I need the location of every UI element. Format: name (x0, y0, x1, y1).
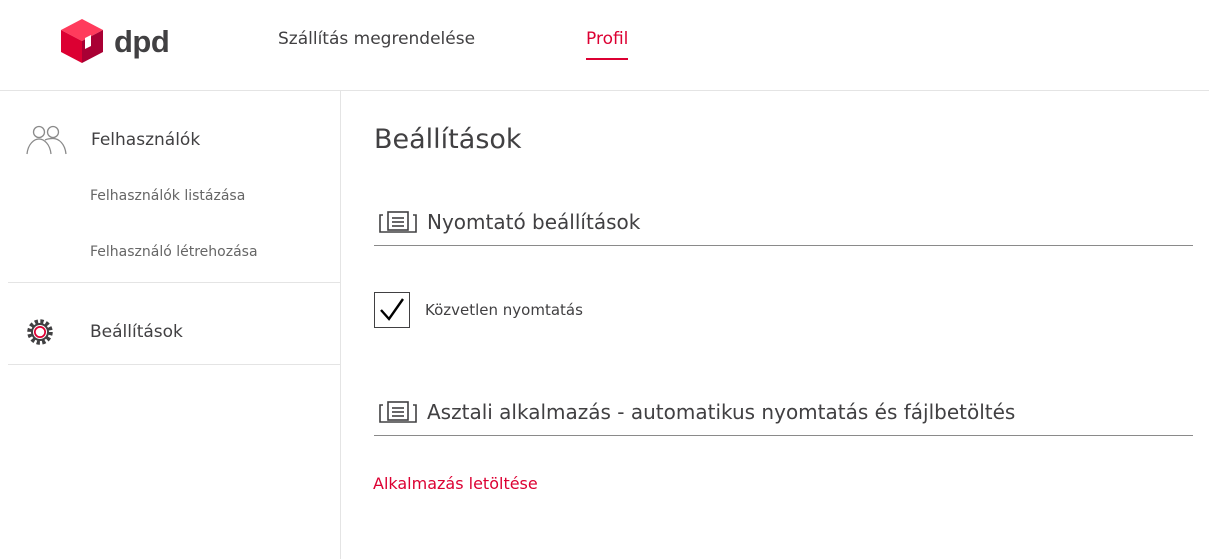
printer-icon (379, 211, 417, 233)
header-divider (0, 90, 1209, 91)
sidebar-settings-label: Beállítások (90, 322, 183, 342)
dpd-cube-icon (61, 19, 103, 63)
sidebar-item-settings[interactable]: Beállítások (26, 318, 183, 346)
sidebar-item-users-list[interactable]: Felhasználók listázása (90, 188, 245, 204)
nav-profile[interactable]: Profil (586, 28, 629, 60)
direct-print-checkbox[interactable] (374, 292, 410, 328)
sidebar-item-users[interactable]: Felhasználók (26, 124, 200, 156)
sidebar-separator (8, 282, 340, 283)
printer-icon (379, 401, 417, 423)
printer-settings-header: Nyomtató beállítások (378, 210, 640, 234)
sidebar-users-label: Felhasználók (91, 130, 201, 150)
top-navbar: dpd Szállítás megrendelése Profil (0, 0, 1209, 90)
section-divider (374, 435, 1193, 436)
download-app-link[interactable]: Alkalmazás letöltése (373, 474, 538, 493)
desktop-app-header: Asztali alkalmazás - automatikus nyomtat… (378, 400, 1015, 424)
sidebar-divider (340, 91, 341, 559)
sidebar-separator (8, 364, 340, 365)
section-divider (374, 245, 1193, 246)
desktop-app-title: Asztali alkalmazás - automatikus nyomtat… (427, 400, 1016, 424)
nav-shipping-order[interactable]: Szállítás megrendelése (278, 28, 475, 50)
printer-settings-title: Nyomtató beállítások (427, 210, 641, 234)
users-icon (26, 125, 67, 155)
checkmark-icon (380, 298, 404, 321)
dpd-logo[interactable]: dpd (58, 18, 170, 64)
gear-icon (27, 319, 53, 345)
page-title: Beállítások (374, 124, 522, 155)
direct-print-label[interactable]: Közvetlen nyomtatás (425, 301, 583, 319)
logo-text: dpd (114, 23, 170, 59)
sidebar-item-user-create[interactable]: Felhasználó létrehozása (90, 244, 258, 260)
